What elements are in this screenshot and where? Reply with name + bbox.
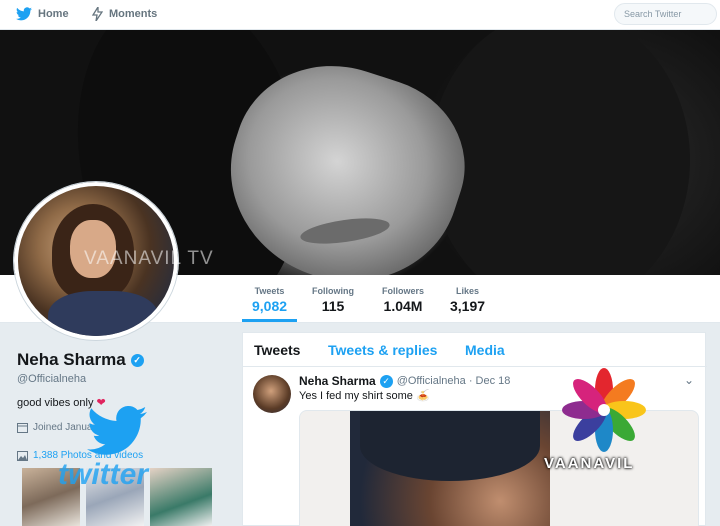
tab-tweets[interactable]: Tweets: [254, 342, 300, 358]
twitter-bird-icon: [16, 7, 32, 21]
tab-tweets-replies[interactable]: Tweets & replies: [328, 342, 437, 358]
tweet-text: Yes I fed my shirt some 🍝: [299, 389, 430, 402]
watermark-text: VAANAVIL TV: [84, 248, 214, 269]
calendar-icon: [17, 423, 28, 433]
profile-handle: @Officialneha: [17, 373, 87, 385]
media-thumbnail[interactable]: [150, 468, 212, 526]
tweet-text-body: Yes I fed my shirt some: [299, 390, 413, 402]
chevron-down-icon[interactable]: ⌄: [684, 373, 694, 387]
top-nav: Home Moments Search Twitter: [0, 0, 720, 30]
timeline-tabs: Tweets Tweets & replies Media: [243, 333, 707, 367]
stat-value: 3,197: [450, 298, 486, 314]
stat-label: Followers: [382, 286, 425, 296]
stat-followers[interactable]: Followers 1.04M: [382, 286, 424, 314]
lightning-icon: [92, 7, 103, 21]
nav-moments-label: Moments: [109, 8, 158, 20]
stat-value: 115: [321, 298, 345, 314]
photo-icon: [17, 450, 28, 461]
stat-likes[interactable]: Likes 3,197: [450, 286, 485, 314]
profile-name[interactable]: Neha Sharma ✓: [17, 350, 144, 370]
tweet-avatar[interactable]: [253, 375, 291, 413]
verified-badge-icon: ✓: [379, 374, 393, 388]
stat-value: 1.04M: [383, 298, 423, 314]
tab-media[interactable]: Media: [465, 342, 505, 358]
stat-following[interactable]: Following 115: [312, 286, 354, 314]
vaanavil-channel-name: VAANAVIL: [544, 455, 635, 472]
tweet-emoji: 🍝: [415, 390, 430, 402]
stat-value: 9,082: [252, 298, 288, 314]
nav-moments[interactable]: Moments: [92, 7, 157, 21]
twitter-bird-overlay-icon: [80, 405, 154, 463]
verified-badge-icon: ✓: [130, 353, 144, 367]
stat-label: Likes: [456, 286, 480, 296]
tweet-handle-date[interactable]: @Officialneha · Dec 18: [397, 375, 511, 387]
profile-name-text: Neha Sharma: [17, 350, 126, 369]
twitter-wordmark: twitter: [58, 458, 148, 491]
stat-tweets[interactable]: Tweets 9,082: [241, 286, 298, 322]
tweet-author-name[interactable]: Neha Sharma: [299, 374, 376, 388]
stat-label: Tweets: [254, 286, 285, 296]
nav-home[interactable]: Home: [16, 7, 69, 21]
tweet-header: Neha Sharma ✓ @Officialneha · Dec 18: [299, 374, 510, 388]
stat-label: Following: [312, 286, 354, 296]
search-input[interactable]: Search Twitter: [614, 3, 717, 25]
nav-home-label: Home: [38, 8, 69, 20]
vaanavil-logo-icon: [562, 368, 646, 452]
